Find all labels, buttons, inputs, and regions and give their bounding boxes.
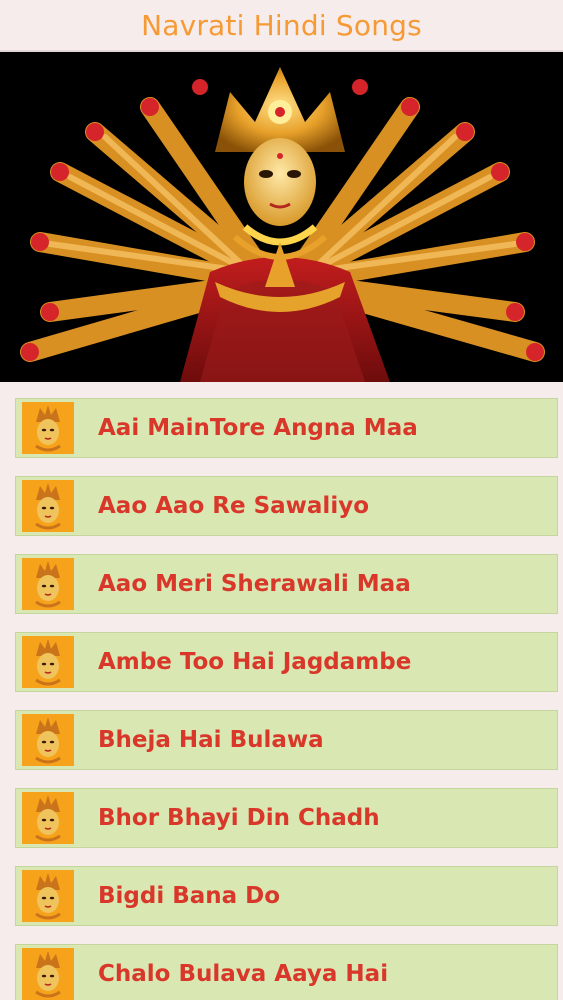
goddess-face-icon [22,714,74,766]
song-title: Bheja Hai Bulawa [98,727,324,753]
goddess-face-icon [22,870,74,922]
song-title: Bigdi Bana Do [98,883,281,909]
list-item[interactable]: Aai MainTore Angna Maa [15,398,558,458]
list-item[interactable]: Aao Aao Re Sawaliyo [15,476,558,536]
goddess-face-icon [22,636,74,688]
list-item[interactable]: Bhor Bhayi Din Chadh [15,788,558,848]
goddess-face-icon [22,948,74,1000]
hero-image [0,52,563,382]
song-title: Chalo Bulava Aaya Hai [98,961,389,987]
goddess-face-icon [22,792,74,844]
list-item[interactable]: Ambe Too Hai Jagdambe [15,632,558,692]
goddess-face-icon [22,402,74,454]
song-title: Aai MainTore Angna Maa [98,415,418,441]
song-title: Ambe Too Hai Jagdambe [98,649,412,675]
goddess-durga-image [0,52,563,382]
goddess-face-icon [22,558,74,610]
list-item[interactable]: Aao Meri Sherawali Maa [15,554,558,614]
song-title: Aao Aao Re Sawaliyo [98,493,369,519]
list-item[interactable]: Bheja Hai Bulawa [15,710,558,770]
goddess-face-icon [22,480,74,532]
list-item[interactable]: Chalo Bulava Aaya Hai [15,944,558,1000]
song-title: Aao Meri Sherawali Maa [98,571,411,597]
song-title: Bhor Bhayi Din Chadh [98,805,380,831]
page-title: Navrati Hindi Songs [141,8,422,42]
list-item[interactable]: Bigdi Bana Do [15,866,558,926]
app-bar: Navrati Hindi Songs [0,0,563,52]
